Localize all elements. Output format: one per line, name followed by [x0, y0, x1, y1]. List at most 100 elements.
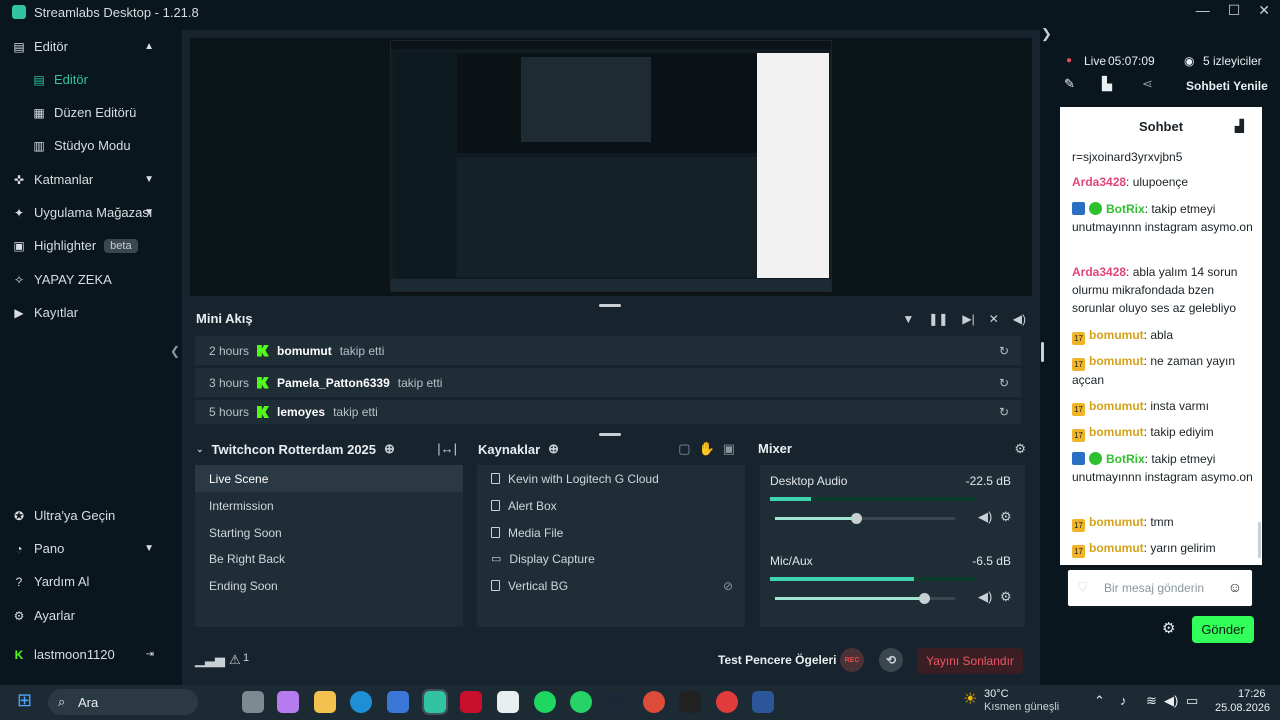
sidebar-item-editor[interactable]: ▤ Editör	[32, 72, 182, 87]
sidebar-item-ai[interactable]: ✧ YAPAY ZEKA	[12, 272, 162, 287]
refresh-chat-button[interactable]: Sohbeti Yenile	[1186, 79, 1268, 93]
gear-icon[interactable]: ⚙	[1000, 589, 1012, 605]
sources-panel: Kaynaklar ⊕ ▢✋▣ Kevin with Logitech G Clo…	[472, 435, 747, 630]
copilot-icon[interactable]	[277, 691, 299, 713]
valorant-icon[interactable]	[460, 691, 482, 713]
edit-icon[interactable]: ✎	[1064, 76, 1075, 92]
scene-item[interactable]: Intermission	[195, 492, 463, 519]
sidebar-item-settings[interactable]: ⚙ Ayarlar	[12, 608, 162, 623]
pause-icon[interactable]: ❚❚	[928, 312, 948, 326]
volume-icon[interactable]: ◀)	[978, 509, 992, 525]
feed-scrollbar[interactable]	[1041, 342, 1044, 362]
chevron-down-icon[interactable]: ⌄	[196, 444, 204, 455]
chat-message: 17 bomumut: yarın gelirim	[1072, 539, 1256, 558]
source-item[interactable]: Alert Box	[477, 492, 745, 519]
collapse-sidebar-icon[interactable]: ❮	[170, 344, 180, 358]
gear-icon[interactable]: ⚙	[1000, 509, 1012, 525]
hidden-eye-icon[interactable]: ⊘	[723, 579, 733, 593]
send-button[interactable]: Gönder	[1192, 616, 1254, 643]
test-widgets-label[interactable]: Test Pencere Ögeleri	[718, 653, 837, 667]
clock-time: 17:26	[1238, 688, 1266, 700]
sidebar-item-ultra[interactable]: ✪ Ultra'ya Geçin	[12, 508, 162, 523]
minimize-icon[interactable]: —	[1196, 2, 1210, 19]
source-item[interactable]: Media File	[477, 519, 745, 546]
sidebar-item-account[interactable]: Klastmoon1120 ⇥	[12, 647, 162, 662]
streamlabs-icon[interactable]	[422, 689, 448, 715]
window-title: Streamlabs Desktop - 1.21.8	[34, 4, 199, 20]
filter-icon[interactable]: ▼	[902, 312, 914, 326]
store-icon[interactable]	[387, 691, 409, 713]
volume-icon[interactable]: ◀)	[978, 589, 992, 605]
add-source-icon[interactable]: ⊕	[548, 441, 559, 457]
add-scene-icon[interactable]: ⊕	[384, 441, 395, 457]
gear-icon[interactable]: ⚙	[1162, 619, 1175, 637]
beta-badge: beta	[104, 238, 138, 253]
taskbar-search[interactable]: ⌕ Ara	[48, 689, 198, 715]
chat-input[interactable]: ⛉ Bir mesaj gönderin ☺	[1066, 568, 1254, 608]
replay-icon[interactable]: ↻	[999, 344, 1009, 358]
edge-icon[interactable]	[350, 691, 372, 713]
weather-icon[interactable]: ☀	[963, 689, 977, 709]
whatsapp-icon[interactable]	[570, 691, 592, 713]
channel-db: -22.5 dB	[965, 474, 1011, 488]
end-stream-button[interactable]: Yayını Sonlandır	[917, 648, 1023, 674]
record-button[interactable]: REC	[840, 648, 864, 672]
app-icon[interactable]	[716, 691, 738, 713]
share-icon[interactable]: ⋖	[1142, 76, 1153, 92]
volume-slider[interactable]	[775, 513, 955, 524]
scene-item[interactable]: Ending Soon	[195, 572, 463, 599]
capcut-icon[interactable]	[497, 691, 519, 713]
source-item[interactable]: ▭ Display Capture	[477, 545, 745, 572]
eye-icon: ◉	[1184, 54, 1195, 68]
steam-icon[interactable]	[606, 691, 628, 713]
wifi-icon[interactable]: ≋	[1146, 693, 1157, 709]
maximize-icon[interactable]: ☐	[1228, 2, 1241, 19]
popout-icon[interactable]: ▙	[1102, 76, 1112, 92]
volume-slider[interactable]	[775, 593, 955, 604]
microphone-icon[interactable]: ♪	[1120, 693, 1127, 708]
source-item[interactable]: Kevin with Logitech G Cloud	[477, 465, 745, 492]
replay-icon[interactable]: ↻	[999, 376, 1009, 390]
chrome-icon[interactable]	[643, 691, 665, 713]
sidebar-item-help[interactable]: ? Yardım Al	[12, 574, 162, 589]
preview-screen-capture	[390, 40, 832, 292]
spotify-icon[interactable]	[534, 691, 556, 713]
windows-start-icon[interactable]: ⊞	[17, 690, 32, 711]
scene-item[interactable]: Be Right Back	[195, 545, 463, 572]
scene-collection-title[interactable]: Twitchcon Rotterdam 2025	[212, 442, 376, 457]
chat-scrollbar[interactable]	[1258, 522, 1261, 558]
transition-icon[interactable]: |↔|	[437, 441, 457, 456]
users-icon[interactable]: ▟	[1235, 119, 1244, 133]
file-icon	[491, 527, 500, 538]
close-icon[interactable]: ✕	[1258, 2, 1270, 19]
chevron-up-icon[interactable]: ⌃	[1094, 693, 1105, 709]
battery-icon[interactable]: ▭	[1186, 693, 1198, 709]
sidebar-item-editor-group[interactable]: ▤ Editör ▲	[12, 39, 162, 54]
replay-buffer-icon[interactable]: ⟲	[879, 648, 903, 672]
collapse-chat-icon[interactable]: ❯	[1041, 26, 1052, 42]
alert-icon[interactable]: ⚠	[229, 652, 241, 668]
skip-icon[interactable]: ▶|	[962, 312, 974, 326]
sidebar-item-app-store[interactable]: ✦ Uygulama Mağazası ▼	[12, 205, 162, 220]
scene-item[interactable]: Live Scene	[195, 465, 463, 492]
word-icon[interactable]	[752, 691, 774, 713]
sidebar-item-studio-mode[interactable]: ▥ Stüdyo Modu	[32, 138, 182, 153]
mute-notifications-icon[interactable]: ✕	[989, 312, 999, 326]
sidebar-item-recordings[interactable]: ▶ Kayıtlar	[12, 305, 162, 320]
source-item[interactable]: Vertical BG ⊘	[477, 572, 745, 599]
task-view-icon[interactable]	[242, 691, 264, 713]
file-explorer-icon[interactable]	[314, 691, 336, 713]
scene-item[interactable]: Starting Soon	[195, 519, 463, 546]
stats-icon[interactable]: ▁▃▅	[195, 652, 225, 668]
gear-icon[interactable]: ⚙	[1014, 441, 1026, 457]
volume-icon[interactable]: ◀)	[1013, 312, 1026, 326]
sidebar-item-highlighter[interactable]: ▣ Highlighter beta	[12, 238, 162, 253]
epic-games-icon[interactable]	[679, 691, 701, 713]
sidebar-item-layers[interactable]: ✜ Katmanlar ▼	[12, 172, 162, 187]
sidebar-item-dashboard[interactable]: ◔ Pano ▼	[12, 541, 162, 556]
source-tools-icon[interactable]: ▢✋▣	[678, 441, 743, 457]
sidebar-item-layout-editor[interactable]: ▦ Düzen Editörü	[32, 105, 182, 120]
emoji-icon[interactable]: ☺	[1228, 579, 1242, 595]
volume-icon[interactable]: ◀)	[1164, 693, 1178, 709]
replay-icon[interactable]: ↻	[999, 405, 1009, 419]
